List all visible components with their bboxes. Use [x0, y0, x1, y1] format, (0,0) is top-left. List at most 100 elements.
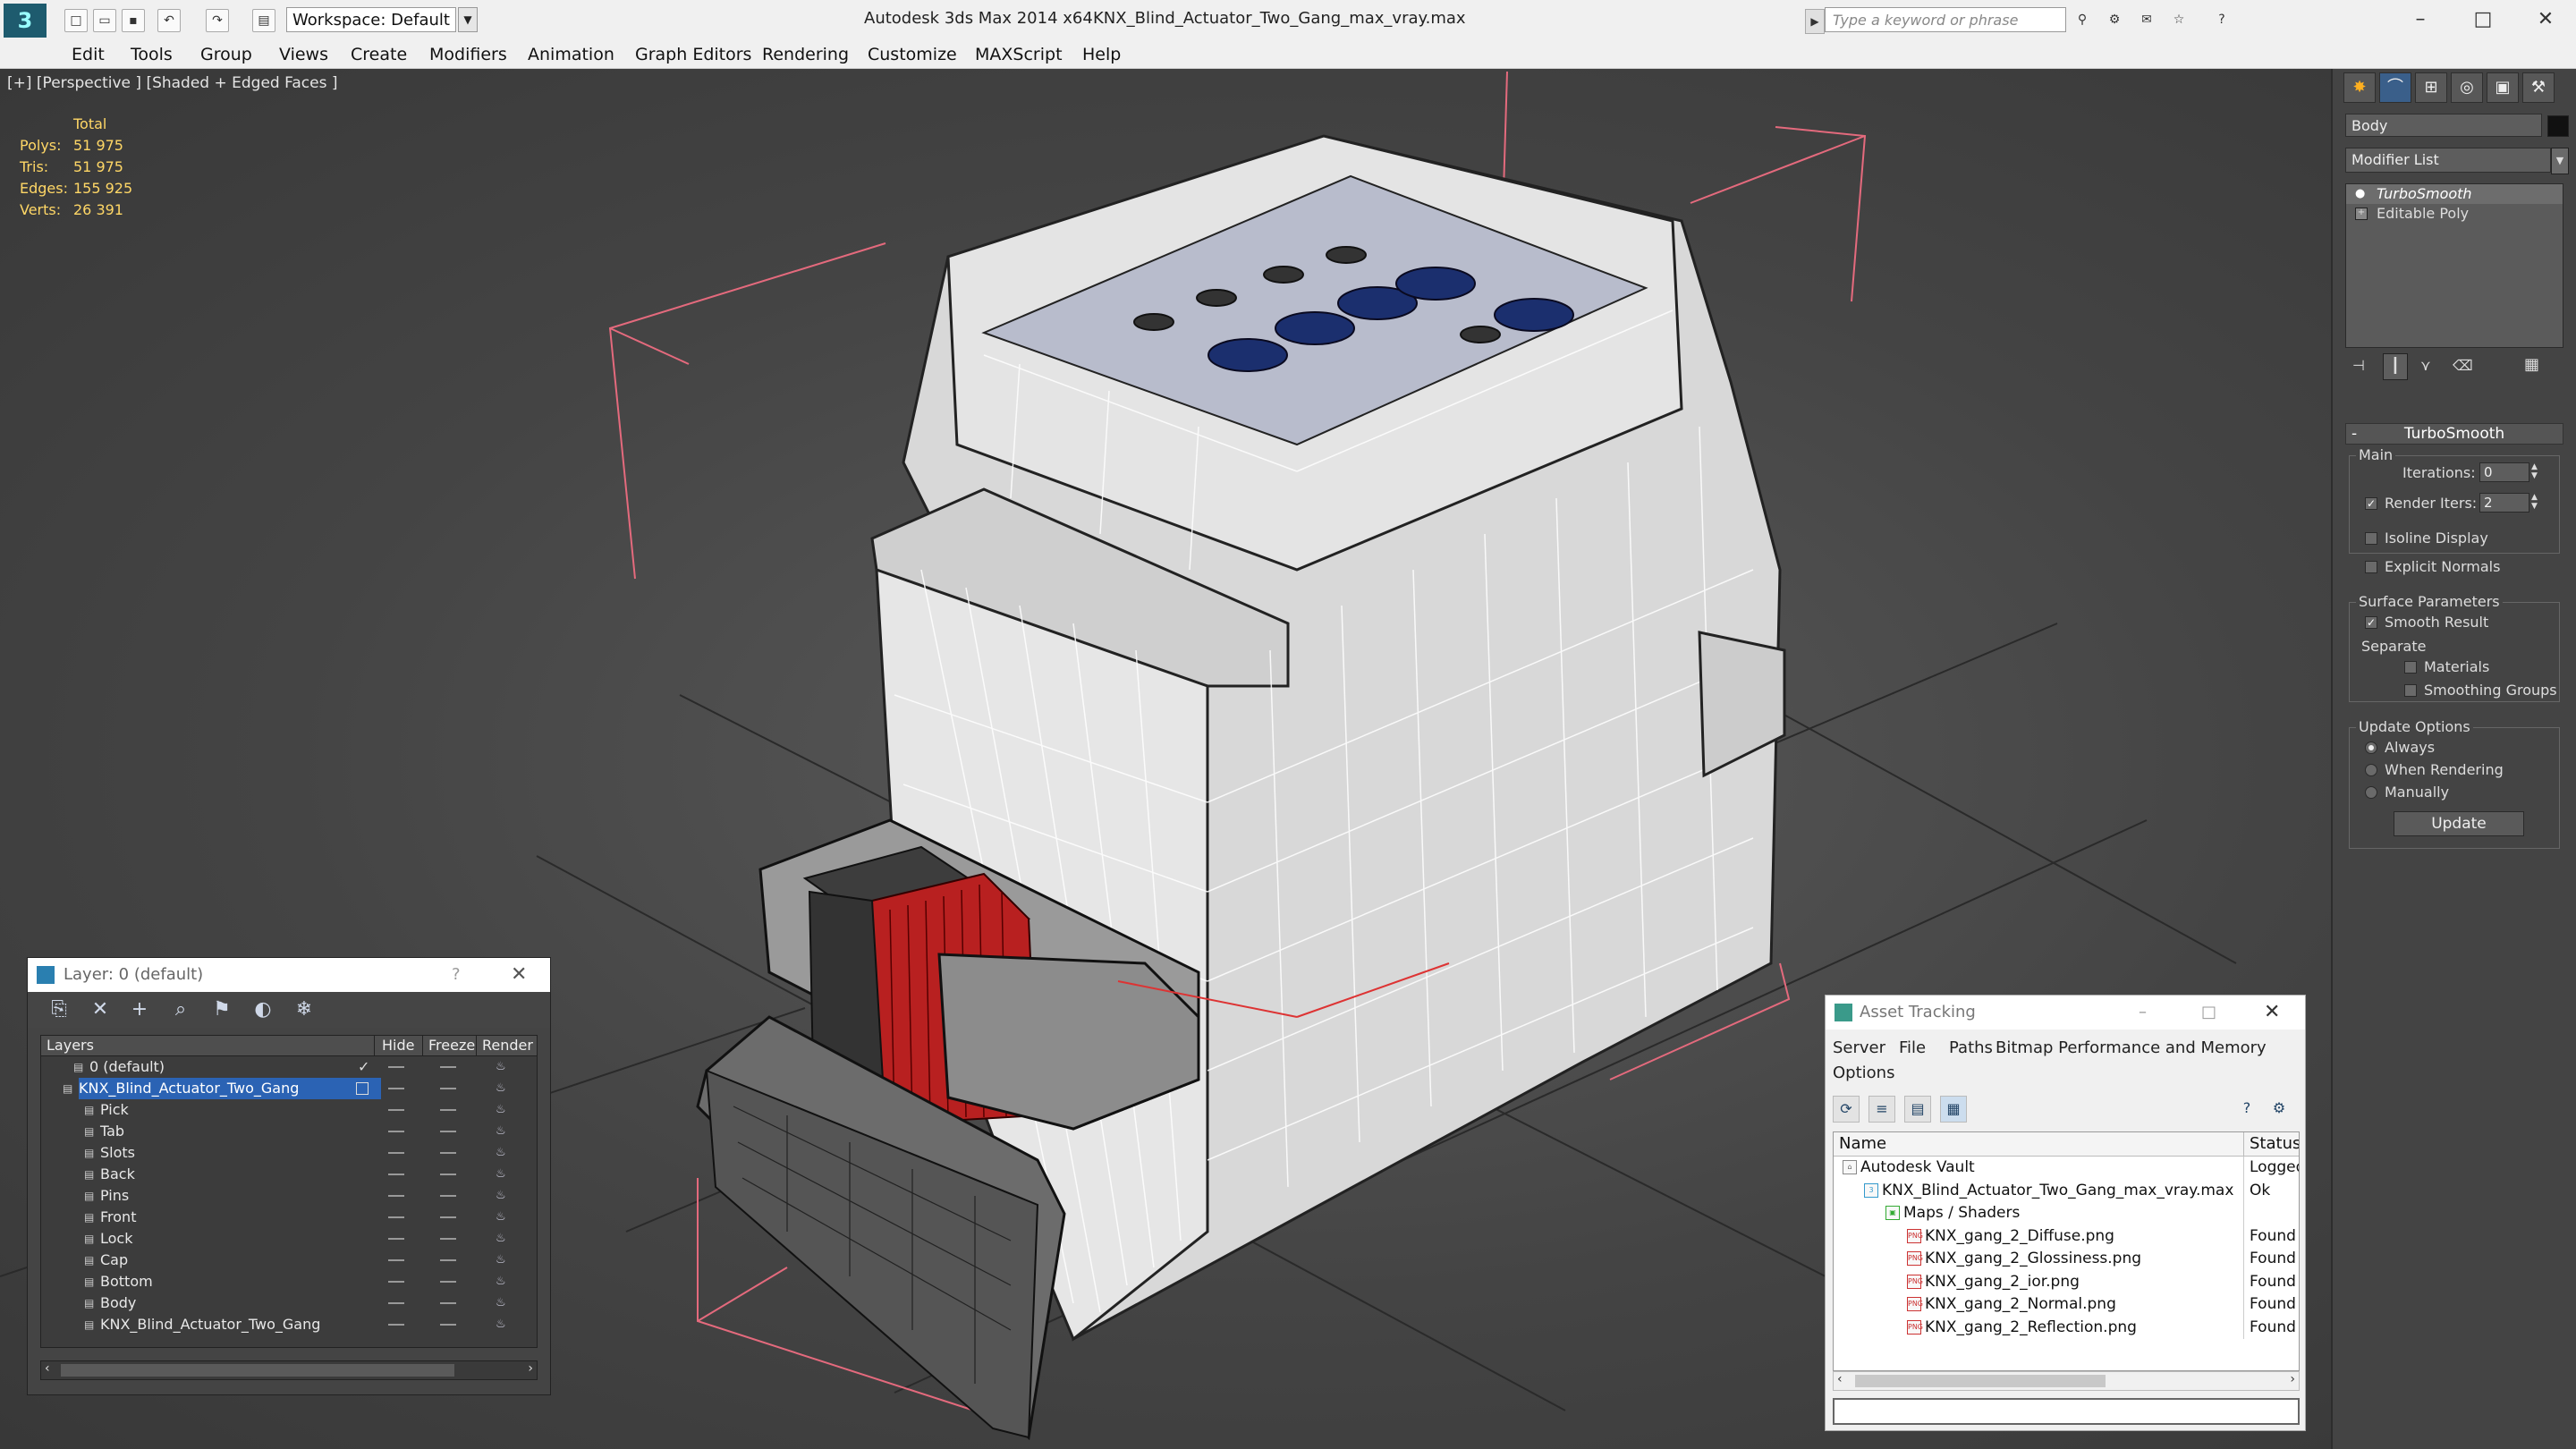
open-file-icon[interactable]: ▭ [93, 9, 116, 32]
scroll-left-icon[interactable]: ‹ [1837, 1372, 1843, 1386]
render-teapot-icon[interactable]: ♨ [496, 1061, 508, 1073]
subscription-icon[interactable]: ⚙ [2104, 9, 2125, 30]
modifier-stack[interactable]: ● TurboSmooth + Editable Poly [2345, 183, 2563, 348]
render-teapot-icon[interactable]: ♨ [496, 1211, 508, 1224]
configure-modifier-sets-icon[interactable]: ▦ [2524, 355, 2539, 374]
list-view-icon[interactable]: ≡ [1868, 1096, 1895, 1123]
isoline-display-checkbox[interactable] [2365, 532, 2377, 545]
layer-row[interactable]: ▤ Pins ♨ [41, 1185, 537, 1207]
layer-row[interactable]: ▤ Body ♨ [41, 1292, 537, 1314]
hide-toggle[interactable] [388, 1216, 404, 1218]
vault-help-icon[interactable]: ? [2233, 1096, 2260, 1123]
column-status[interactable]: Status [2243, 1132, 2299, 1156]
search-expand-icon[interactable]: ▶ [1805, 9, 1825, 34]
hide-toggle[interactable] [388, 1174, 404, 1175]
new-file-icon[interactable]: □ [64, 9, 88, 32]
rollout-turbosmooth[interactable]: - TurboSmooth [2345, 423, 2563, 445]
layer-name[interactable]: Front [100, 1207, 141, 1228]
when-rendering-radio[interactable] [2365, 764, 2377, 776]
layer-name[interactable]: Pins [100, 1185, 134, 1207]
always-radio[interactable] [2365, 741, 2377, 754]
hide-toggle[interactable] [388, 1238, 404, 1240]
asset-menu-file[interactable]: File [1899, 1038, 1926, 1057]
spinner-arrows-icon[interactable]: ▲ ▼ [2531, 493, 2538, 511]
help-icon[interactable]: ? [452, 958, 461, 992]
help-icon[interactable]: ? [2211, 9, 2233, 30]
scroll-right-icon[interactable]: › [2290, 1372, 2295, 1386]
display-tab-icon[interactable]: ▣ [2487, 72, 2519, 103]
layer-name[interactable]: Lock [100, 1228, 138, 1250]
column-name[interactable]: Name [1839, 1132, 1886, 1156]
workspace-dropdown[interactable]: Workspace: Default [286, 7, 456, 32]
create-tab-icon[interactable]: ✸ [2343, 72, 2376, 103]
layer-name[interactable]: Body [100, 1292, 141, 1314]
close-icon[interactable]: ✕ [2264, 996, 2280, 1030]
hide-toggle[interactable] [388, 1195, 404, 1197]
materials-checkbox[interactable] [2404, 661, 2417, 674]
project-folder-icon[interactable]: ▤ [252, 9, 275, 32]
asset-menu-server[interactable]: Server [1833, 1038, 1885, 1057]
stack-item-turbosmooth[interactable]: ● TurboSmooth [2346, 184, 2563, 204]
layer-row[interactable]: ▤ Bottom ♨ [41, 1271, 537, 1292]
modifier-list-dropdown[interactable]: Modifier List [2345, 148, 2551, 173]
current-layer-box-icon[interactable] [356, 1082, 369, 1095]
freeze-toggle[interactable] [440, 1281, 456, 1283]
asset-row[interactable]: PNG KNX_gang_2_Glossiness.png Found [1834, 1248, 2299, 1271]
vault-settings-icon[interactable]: ⚙ [2266, 1096, 2292, 1123]
render-teapot-icon[interactable]: ♨ [496, 1318, 508, 1331]
layer-name[interactable]: KNX_Blind_Actuator_Two_Gang [79, 1078, 381, 1099]
render-iters-checkbox[interactable]: ✓ [2365, 497, 2377, 510]
freeze-toggle[interactable] [440, 1088, 456, 1089]
hide-toggle[interactable] [388, 1066, 404, 1068]
menu-graph-editors[interactable]: Graph Editors [635, 45, 751, 64]
table-view-icon[interactable]: ▦ [1940, 1096, 1967, 1123]
menu-tools[interactable]: Tools [131, 45, 173, 64]
select-objects-icon[interactable]: ⌕ [167, 997, 194, 1022]
hide-toggle[interactable] [388, 1109, 404, 1111]
modify-tab-icon[interactable]: ⌒ [2379, 72, 2411, 103]
freeze-toggle[interactable] [440, 1238, 456, 1240]
freeze-toggle[interactable] [440, 1066, 456, 1068]
layer-row[interactable]: ▤ KNX_Blind_Actuator_Two_Gang ♨ [41, 1078, 537, 1099]
column-render[interactable]: Render [476, 1036, 533, 1055]
collapse-minus-icon[interactable]: - [2351, 424, 2357, 444]
chevron-down-icon[interactable]: ▼ [2551, 148, 2569, 174]
binoculars-icon[interactable]: ⚲ [2072, 9, 2093, 30]
active-layer-check-icon[interactable]: ✓ [358, 1056, 369, 1078]
light-bulb-icon[interactable]: ● [2355, 184, 2365, 204]
freeze-toggle[interactable] [440, 1195, 456, 1197]
chevron-down-icon[interactable]: ▼ [458, 7, 478, 32]
layer-window-titlebar[interactable]: Layer: 0 (default) ? ✕ [28, 958, 550, 992]
hide-toggle[interactable] [388, 1131, 404, 1132]
layer-row[interactable]: ▤ Cap ♨ [41, 1250, 537, 1271]
render-teapot-icon[interactable]: ♨ [496, 1275, 508, 1288]
spinner-arrows-icon[interactable]: ▲ ▼ [2531, 462, 2538, 480]
asset-horizontal-scrollbar[interactable]: ‹ › [1833, 1371, 2300, 1391]
layer-row[interactable]: ▤ KNX_Blind_Actuator_Two_Gang ♨ [41, 1314, 537, 1335]
render-teapot-icon[interactable]: ♨ [496, 1125, 508, 1138]
object-name-field[interactable]: Body [2345, 114, 2542, 137]
scrollbar-thumb[interactable] [1855, 1375, 2106, 1387]
asset-row[interactable]: ▣ Maps / Shaders [1834, 1202, 2299, 1225]
add-to-layer-icon[interactable]: + [126, 997, 153, 1022]
layer-row[interactable]: ▤ Front ♨ [41, 1207, 537, 1228]
highlight-layer-icon[interactable]: ⚑ [208, 997, 235, 1022]
app-logo-icon[interactable]: 3 [4, 4, 47, 38]
asset-menu-options[interactable]: Options [1833, 1063, 1894, 1082]
create-layer-icon[interactable]: ⎘ [46, 997, 72, 1022]
expand-plus-icon[interactable]: + [2355, 208, 2368, 220]
layer-name[interactable]: KNX_Blind_Actuator_Two_Gang [100, 1314, 326, 1335]
scrollbar-thumb[interactable] [61, 1364, 454, 1377]
close-icon[interactable]: ✕ [2519, 4, 2572, 36]
save-file-icon[interactable]: ▪ [122, 9, 145, 32]
render-teapot-icon[interactable]: ♨ [496, 1190, 508, 1202]
layer-horizontal-scrollbar[interactable]: ‹ › [40, 1360, 538, 1380]
remove-modifier-icon[interactable]: ⌫ [2453, 357, 2473, 374]
search-input[interactable]: Type a keyword or phrase [1825, 7, 2066, 32]
delete-layer-icon[interactable]: ✕ [87, 997, 114, 1022]
render-teapot-icon[interactable]: ♨ [496, 1147, 508, 1159]
menu-modifiers[interactable]: Modifiers [429, 45, 507, 64]
smoothing-groups-checkbox[interactable] [2404, 684, 2417, 697]
hierarchy-tab-icon[interactable]: ⊞ [2415, 72, 2447, 103]
favorites-star-icon[interactable]: ☆ [2168, 9, 2190, 30]
